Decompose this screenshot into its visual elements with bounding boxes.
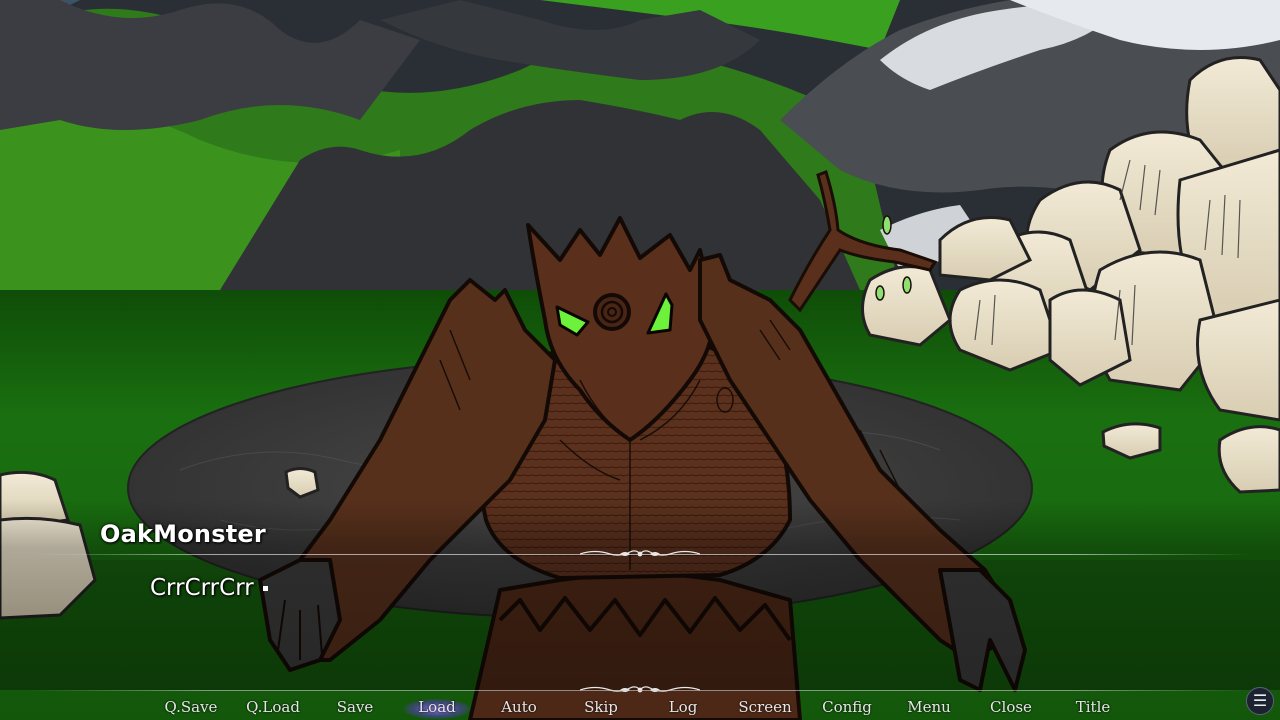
game-screen[interactable]: OakMonster CrrCrrCrr Q.Save Q.Load Save … [0,0,1280,720]
auto-button[interactable]: Auto [478,696,560,720]
qload-button[interactable]: Q.Load [232,696,314,720]
click-to-continue-indicator [262,586,268,591]
screen-button[interactable]: Screen [724,696,806,720]
quick-menu-divider [30,690,1250,691]
dialogue-line: CrrCrrCrr [150,575,254,601]
qsave-button[interactable]: Q.Save [150,696,232,720]
load-button[interactable]: Load [396,696,478,720]
config-button[interactable]: Config [806,696,888,720]
hamburger-menu-button[interactable]: ☰ [1246,687,1274,715]
skip-button[interactable]: Skip [560,696,642,720]
ornament-divider-top [580,550,700,557]
menu-button[interactable]: Menu [888,696,970,720]
speaker-name: OakMonster [100,520,266,548]
dialogue-text: CrrCrrCrr [150,575,268,601]
quick-menu: Q.Save Q.Load Save Load Auto Skip Log Sc… [150,696,1134,720]
save-button[interactable]: Save [314,696,396,720]
title-button[interactable]: Title [1052,696,1134,720]
log-button[interactable]: Log [642,696,724,720]
hamburger-menu-icon: ☰ [1252,691,1268,710]
close-button[interactable]: Close [970,696,1052,720]
